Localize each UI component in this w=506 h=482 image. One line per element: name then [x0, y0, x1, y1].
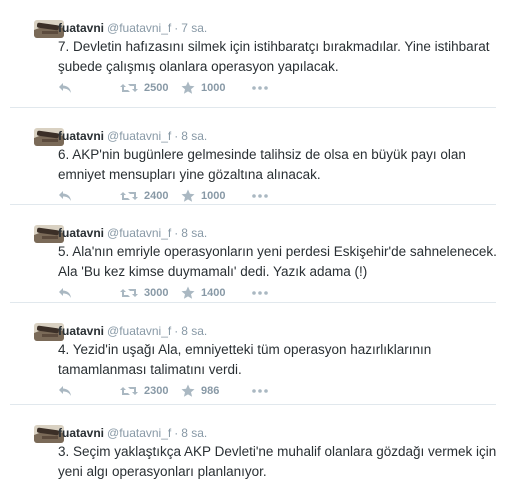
favorite-icon[interactable]	[181, 384, 195, 398]
favorite-action[interactable]: 1000	[181, 80, 225, 96]
reply-icon[interactable]	[58, 287, 72, 299]
favorite-icon[interactable]	[181, 189, 195, 203]
retweet-icon[interactable]	[120, 287, 138, 299]
tweet-text: 6. AKP'nin bugünlere gelmesinde talihsiz…	[58, 145, 498, 185]
tweet-actions: 2400 1000	[58, 188, 478, 204]
more-icon[interactable]	[252, 86, 268, 90]
timestamp[interactable]: 8 sa.	[181, 129, 207, 143]
tweet-actions: 2500 1000	[58, 80, 478, 96]
retweet-count: 2500	[144, 82, 169, 94]
timestamp[interactable]: 8 sa.	[181, 226, 207, 240]
fullname[interactable]: fuatavni	[58, 226, 104, 240]
tweet-text: 3. Seçim yaklaştıkça AKP Devleti'ne muha…	[58, 442, 498, 482]
username[interactable]: @fuatavni_f	[107, 226, 171, 240]
favorite-count: 1400	[201, 287, 226, 299]
tweet-header: fuatavni @fuatavni_f · 8 sa.	[58, 323, 207, 339]
reply-action[interactable]	[58, 80, 72, 96]
retweet-action[interactable]: 2400	[120, 188, 168, 204]
more-icon[interactable]	[252, 194, 268, 198]
reply-icon[interactable]	[58, 385, 72, 397]
separator-dot: ·	[174, 129, 179, 143]
favorite-count: 1000	[201, 190, 226, 202]
tweet-header: fuatavni @fuatavni_f · 8 sa.	[58, 225, 207, 241]
tweet-stream: fuatavni @fuatavni_f · 7 sa. 7. Devletin haf…	[0, 0, 506, 479]
username[interactable]: @fuatavni_f	[107, 426, 171, 440]
tweet-actions: 3000 1400	[58, 285, 478, 301]
separator-dot: ·	[174, 324, 179, 338]
timestamp[interactable]: 8 sa.	[181, 426, 207, 440]
separator-dot: ·	[174, 21, 179, 35]
retweet-action[interactable]: 3000	[120, 285, 168, 301]
reply-icon[interactable]	[58, 190, 72, 202]
tweet-text-line: Ala 'Bu kez kimse duymamalı' dedi. Yazık…	[58, 264, 368, 279]
username[interactable]: @fuatavni_f	[107, 324, 171, 338]
retweet-action[interactable]: 2300	[120, 383, 168, 399]
reply-action[interactable]	[58, 285, 72, 301]
tweet: fuatavni @fuatavni_f · 8 sa. 4. Yezid'in uşa…	[0, 303, 506, 405]
retweet-count: 3000	[144, 287, 169, 299]
more-icon[interactable]	[252, 389, 268, 393]
favorite-action[interactable]: 986	[181, 383, 219, 399]
tweet: fuatavni @fuatavni_f · 8 sa. 5. Ala'nın emri…	[0, 205, 506, 303]
retweet-icon[interactable]	[120, 82, 138, 94]
reply-action[interactable]	[58, 188, 72, 204]
tweet-text-line: emniyet mensupları yine gözaltına alınac…	[58, 167, 321, 182]
more-action[interactable]	[252, 285, 268, 301]
separator-dot: ·	[174, 426, 179, 440]
tweet: fuatavni @fuatavni_f · 7 sa. 7. Devletin haf…	[0, 0, 506, 108]
more-icon[interactable]	[252, 291, 268, 295]
favorite-count: 1000	[201, 82, 226, 94]
username[interactable]: @fuatavni_f	[107, 129, 171, 143]
tweet-text-line: şubede çalışmış olanlara operasyon yapıl…	[58, 59, 339, 74]
tweet-header: fuatavni @fuatavni_f · 8 sa.	[58, 425, 207, 441]
username[interactable]: @fuatavni_f	[107, 21, 171, 35]
favorite-icon[interactable]	[181, 286, 195, 300]
tweet: fuatavni @fuatavni_f · 8 sa. 3. Seçim yaklaş…	[0, 405, 506, 479]
tweet-text-line: 7. Devletin hafızasını silmek için istih…	[58, 39, 490, 54]
reply-icon[interactable]	[58, 82, 72, 94]
tweet-text-line: tamamlanması talimatını verdi.	[58, 362, 242, 377]
retweet-count: 2400	[144, 190, 169, 202]
favorite-icon[interactable]	[181, 81, 195, 95]
tweet-text: 4. Yezid'in uşağı Ala, emniyetteki tüm o…	[58, 340, 498, 380]
fullname[interactable]: fuatavni	[58, 324, 104, 338]
more-action[interactable]	[252, 188, 268, 204]
tweet-actions: 2300 986	[58, 383, 478, 399]
fullname[interactable]: fuatavni	[58, 426, 104, 440]
separator-dot: ·	[174, 226, 179, 240]
retweet-count: 2300	[144, 385, 169, 397]
timestamp[interactable]: 8 sa.	[181, 324, 207, 338]
favorite-action[interactable]: 1400	[181, 285, 225, 301]
fullname[interactable]: fuatavni	[58, 21, 104, 35]
tweet-header: fuatavni @fuatavni_f · 8 sa.	[58, 128, 207, 144]
tweet-text: 5. Ala'nın emriyle operasyonların yeni p…	[58, 242, 498, 282]
retweet-action[interactable]: 2500	[120, 80, 168, 96]
fullname[interactable]: fuatavni	[58, 129, 104, 143]
favorite-count: 986	[201, 385, 220, 397]
more-action[interactable]	[252, 80, 268, 96]
tweet-text-line: yeni algı operasyonları planlanıyor.	[58, 464, 267, 479]
favorite-action[interactable]: 1000	[181, 188, 225, 204]
reply-action[interactable]	[58, 383, 72, 399]
tweet-text: 7. Devletin hafızasını silmek için istih…	[58, 37, 498, 77]
retweet-icon[interactable]	[120, 385, 138, 397]
more-action[interactable]	[252, 383, 268, 399]
tweet-text-line: 4. Yezid'in uşağı Ala, emniyetteki tüm o…	[58, 342, 432, 357]
tweet-text-line: 6. AKP'nin bugünlere gelmesinde talihsiz…	[58, 147, 466, 162]
tweet-header: fuatavni @fuatavni_f · 7 sa.	[58, 20, 207, 36]
timestamp[interactable]: 7 sa.	[181, 21, 207, 35]
tweet: fuatavni @fuatavni_f · 8 sa. 6. AKP'nin bugü…	[0, 108, 506, 205]
tweet-text-line: 3. Seçim yaklaştıkça AKP Devleti'ne muha…	[58, 444, 497, 459]
tweet-text-line: 5. Ala'nın emriyle operasyonların yeni p…	[58, 244, 497, 259]
retweet-icon[interactable]	[120, 190, 138, 202]
